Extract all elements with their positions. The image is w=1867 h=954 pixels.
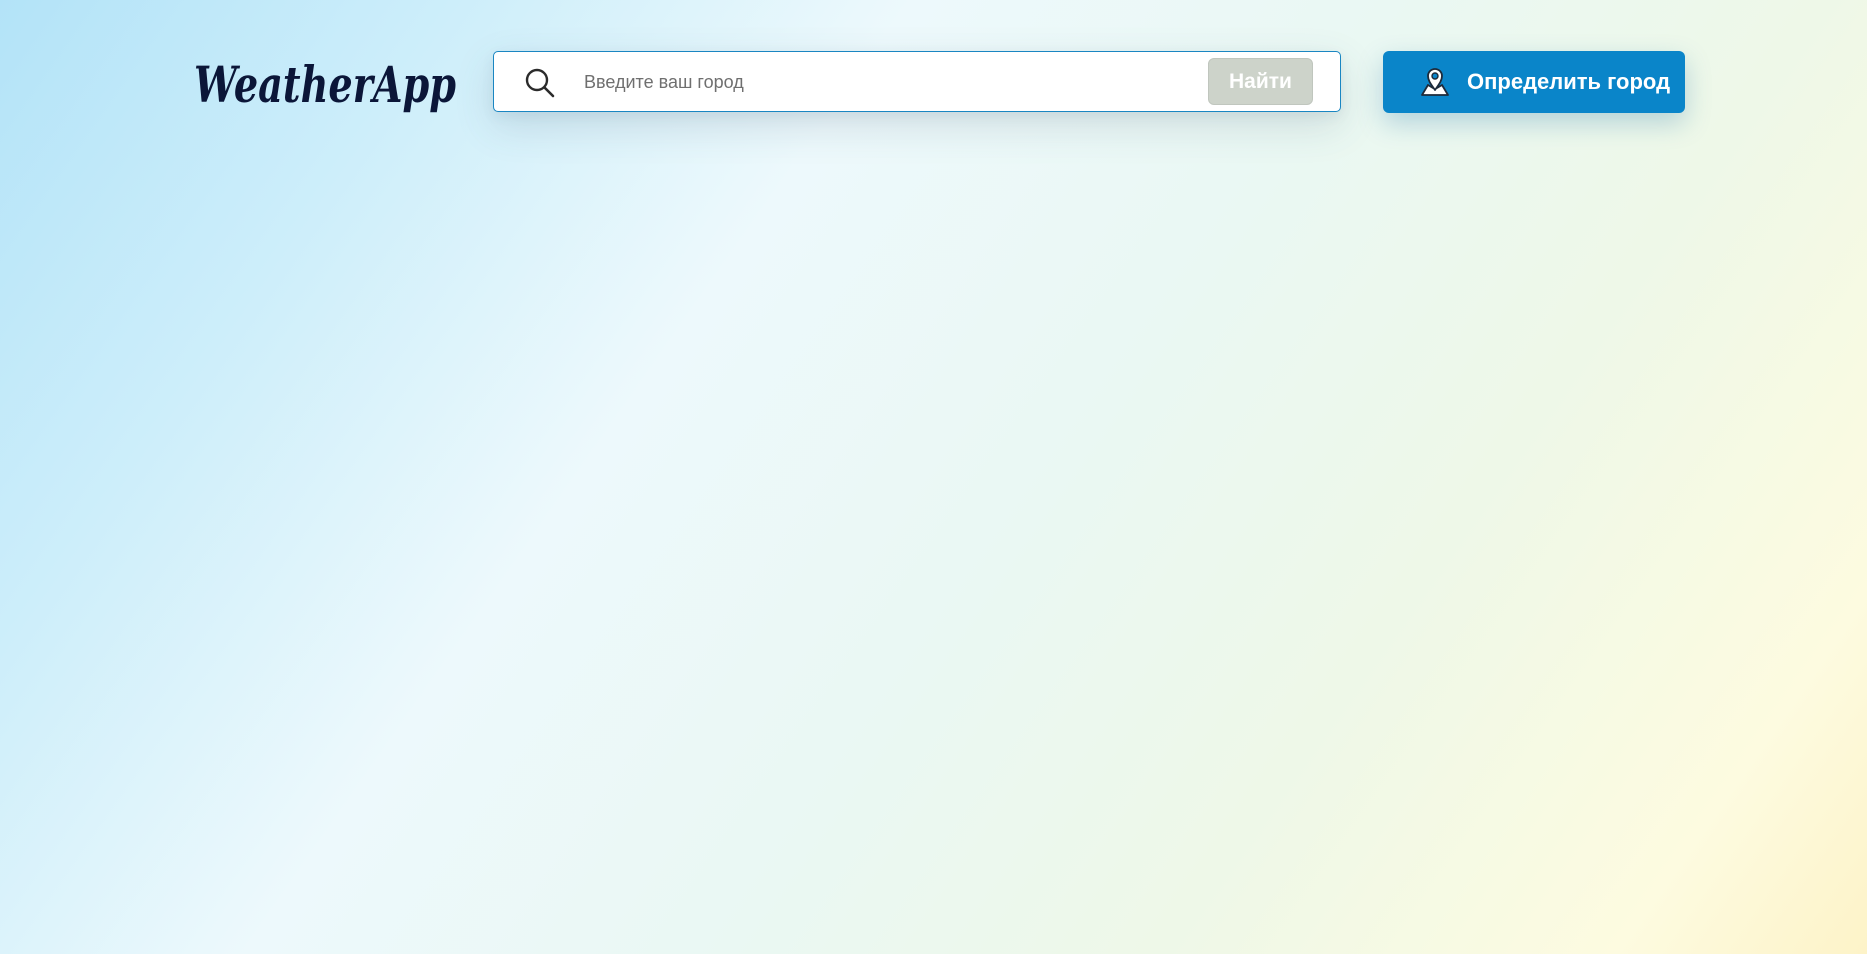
find-button[interactable]: Найти (1208, 58, 1313, 105)
detect-city-button[interactable]: Определить город (1383, 51, 1685, 113)
location-person-icon (1419, 66, 1451, 98)
search-bar: Найти (493, 51, 1341, 112)
logo-wordmark: WeatherApp (194, 55, 456, 114)
logo-text: WeatherApp (194, 55, 456, 114)
app-logo[interactable]: WeatherApp (192, 44, 462, 128)
search-icon[interactable] (524, 67, 556, 99)
detect-city-label: Определить город (1467, 69, 1671, 94)
city-search-input[interactable] (584, 62, 1184, 102)
